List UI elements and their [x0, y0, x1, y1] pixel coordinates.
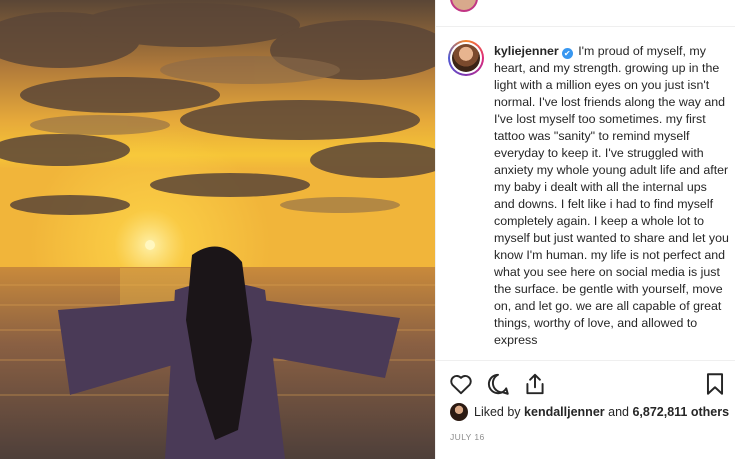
- post-photo[interactable]: [0, 0, 435, 459]
- comment-bubble-icon[interactable]: [485, 371, 511, 397]
- verified-badge-icon: ✔: [561, 48, 573, 59]
- header-avatar[interactable]: [450, 0, 478, 12]
- caption-body: I'm proud of myself, my heart, and my st…: [494, 44, 729, 347]
- post-date[interactable]: JULY 16: [450, 432, 485, 442]
- liker-avatar[interactable]: [450, 403, 468, 421]
- action-bar: [436, 360, 735, 407]
- heart-icon[interactable]: [448, 371, 474, 397]
- bookmark-icon[interactable]: [702, 371, 728, 397]
- share-icon[interactable]: [522, 371, 548, 397]
- instagram-post: kyliejenner ✔ I'm proud of myself, my hea…: [0, 0, 735, 459]
- likes-line: Liked by kendalljenner and 6,872,811 oth…: [450, 401, 729, 423]
- liked-by-prefix: Liked by: [474, 405, 521, 419]
- caption-text: kyliejenner ✔ I'm proud of myself, my hea…: [494, 43, 730, 349]
- caption-avatar[interactable]: [448, 40, 484, 76]
- liked-by-and: and: [608, 405, 629, 419]
- post-header-strip: [436, 0, 735, 27]
- post-sidebar: kyliejenner ✔ I'm proud of myself, my hea…: [435, 0, 735, 459]
- caption-block: kyliejenner ✔ I'm proud of myself, my hea…: [448, 40, 730, 356]
- likes-others-link[interactable]: 6,872,811 others: [632, 405, 729, 419]
- caption-username[interactable]: kyliejenner: [494, 44, 559, 58]
- liked-by-user[interactable]: kendalljenner: [524, 405, 605, 419]
